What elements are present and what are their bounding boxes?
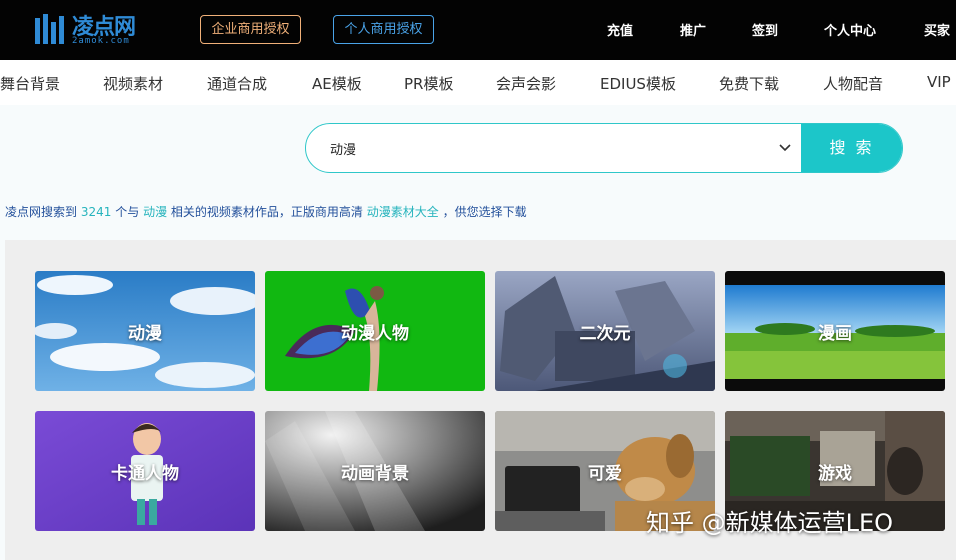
chevron-down-icon[interactable] (778, 141, 792, 155)
search-input[interactable] (330, 124, 770, 172)
category-item[interactable]: AE模板 (312, 73, 362, 94)
tile-label: 卡通人物 (111, 463, 179, 484)
tile-cartoon-character[interactable]: 卡通人物 (35, 411, 255, 531)
category-item[interactable]: PR模板 (404, 73, 453, 94)
category-item[interactable]: 免费下载 (719, 73, 779, 94)
result-count: 3241 (80, 205, 112, 219)
site-logo[interactable]: 凌点网 2amok.com (34, 8, 154, 52)
category-item[interactable]: 会声会影 (496, 73, 556, 94)
category-item[interactable]: 舞台背景 (0, 73, 60, 94)
search-summary: 凌点网搜索到 3241 个与 动漫 相关的视频素材作品，正版商用高清 动漫素材大… (5, 203, 527, 220)
business-license-button[interactable]: 企业商用授权 (200, 15, 301, 44)
search-button[interactable]: 搜索 (801, 124, 902, 172)
category-item[interactable]: VIP (927, 73, 951, 91)
tile-label: 二次元 (579, 323, 631, 344)
nav-buyer[interactable]: 买家 (924, 20, 950, 39)
nav-user-center[interactable]: 个人中心 (824, 20, 876, 39)
summary-suffix: ，供您选择下载 (442, 205, 527, 219)
search-keyword: 动漫 (143, 205, 168, 219)
category-nav: 舞台背景 视频素材 通道合成 AE模板 PR模板 会声会影 EDIUS模板 免费… (0, 60, 956, 105)
tile-label: 漫画 (818, 323, 852, 344)
nav-recharge[interactable]: 充值 (607, 20, 633, 39)
tile-anime[interactable]: 动漫 (35, 271, 255, 391)
category-item[interactable]: 通道合成 (207, 73, 267, 94)
collection-link[interactable]: 动漫素材大全 (367, 205, 439, 219)
category-item[interactable]: 人物配音 (823, 73, 883, 94)
logo-bars-icon (35, 14, 64, 44)
watermark: 知乎 @新媒体运营LEO (646, 509, 894, 537)
summary-mid2: 相关的视频素材作品，正版商用高清 (170, 205, 363, 219)
tile-label: 动漫 (128, 323, 162, 344)
tile-manga[interactable]: 漫画 (725, 271, 945, 391)
tile-label: 动画背景 (341, 463, 409, 484)
category-item[interactable]: 视频素材 (103, 73, 163, 94)
top-header: 凌点网 2amok.com 企业商用授权 个人商用授权 充值 推广 签到 个人中… (0, 0, 956, 60)
tile-2d[interactable]: 二次元 (495, 271, 715, 391)
nav-promote[interactable]: 推广 (680, 20, 706, 39)
tile-label: 动漫人物 (341, 323, 409, 344)
personal-license-button[interactable]: 个人商用授权 (333, 15, 434, 44)
nav-checkin[interactable]: 签到 (752, 20, 778, 39)
tile-animation-background[interactable]: 动画背景 (265, 411, 485, 531)
summary-mid: 个与 (115, 205, 140, 219)
category-item[interactable]: EDIUS模板 (600, 73, 676, 94)
summary-prefix: 凌点网搜索到 (5, 205, 78, 219)
search-bar: 搜索 (305, 123, 903, 173)
logo-domain: 2amok.com (72, 36, 130, 46)
tile-anime-character[interactable]: 动漫人物 (265, 271, 485, 391)
